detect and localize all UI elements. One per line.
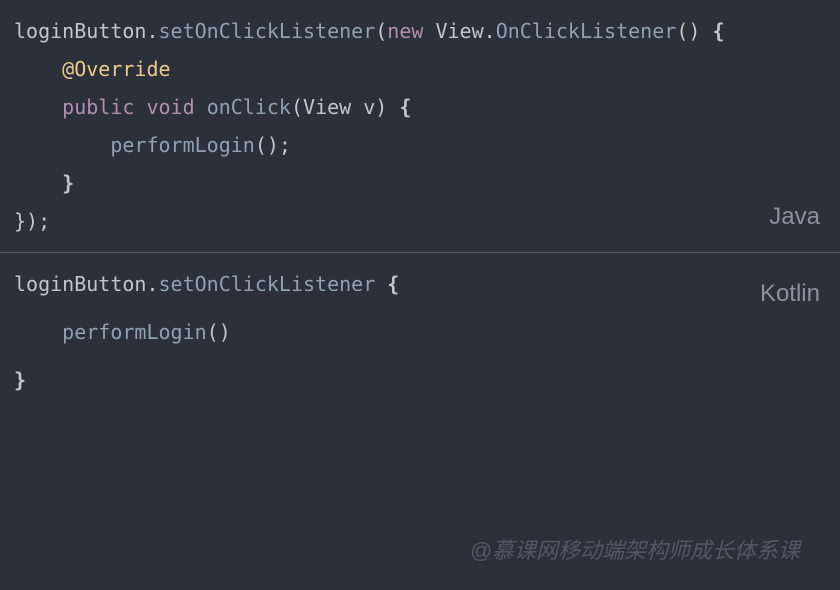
code-token: ) — [375, 95, 387, 119]
indent — [14, 133, 110, 157]
code-token — [134, 95, 146, 119]
code-token: }); — [14, 209, 50, 233]
code-line: public void onClick(View v) { — [14, 88, 826, 126]
code-token: } — [14, 368, 26, 392]
kotlin-code-block: Kotlin loginButton.setOnClickListener { … — [0, 253, 840, 411]
code-token: OnClickListener — [496, 19, 677, 43]
code-line: performLogin(); — [14, 126, 826, 164]
code-token: setOnClickListener — [159, 19, 376, 43]
code-line: }); — [14, 202, 826, 240]
code-token: onClick — [207, 95, 291, 119]
code-token: performLogin — [110, 133, 255, 157]
code-token: { — [387, 95, 411, 119]
code-token: () — [676, 19, 700, 43]
indent — [14, 95, 62, 119]
code-token: setOnClickListener — [159, 272, 376, 296]
code-token: performLogin — [62, 320, 207, 344]
code-line: @Override — [14, 50, 826, 88]
code-token: void — [146, 95, 194, 119]
code-token: View — [423, 19, 483, 43]
code-line: loginButton.setOnClickListener(new View.… — [14, 12, 826, 50]
code-token: @Override — [62, 57, 170, 81]
code-token: . — [146, 19, 158, 43]
indent — [14, 171, 62, 195]
code-token — [195, 95, 207, 119]
language-label-kotlin: Kotlin — [760, 271, 820, 317]
code-token: { — [700, 19, 724, 43]
code-token: . — [484, 19, 496, 43]
code-line: performLogin() — [14, 313, 826, 351]
code-token: { — [375, 272, 399, 296]
code-token: new — [387, 19, 423, 43]
code-token: () — [207, 320, 231, 344]
code-line: } — [14, 361, 826, 399]
code-line: } — [14, 164, 826, 202]
indent — [14, 57, 62, 81]
code-token: (); — [255, 133, 291, 157]
java-code-block: loginButton.setOnClickListener(new View.… — [0, 0, 840, 253]
code-token: ( — [375, 19, 387, 43]
code-token: loginButton — [14, 19, 146, 43]
code-token: ( — [291, 95, 303, 119]
indent — [14, 320, 62, 344]
code-token: public — [62, 95, 134, 119]
code-token: } — [62, 171, 74, 195]
code-token: loginButton — [14, 272, 146, 296]
language-label-java: Java — [769, 194, 820, 240]
code-token: View v — [303, 95, 375, 119]
code-token: . — [146, 272, 158, 296]
code-line: loginButton.setOnClickListener { — [14, 265, 826, 303]
watermark-text: @慕课网移动端架构师成长体系课 — [470, 530, 800, 572]
